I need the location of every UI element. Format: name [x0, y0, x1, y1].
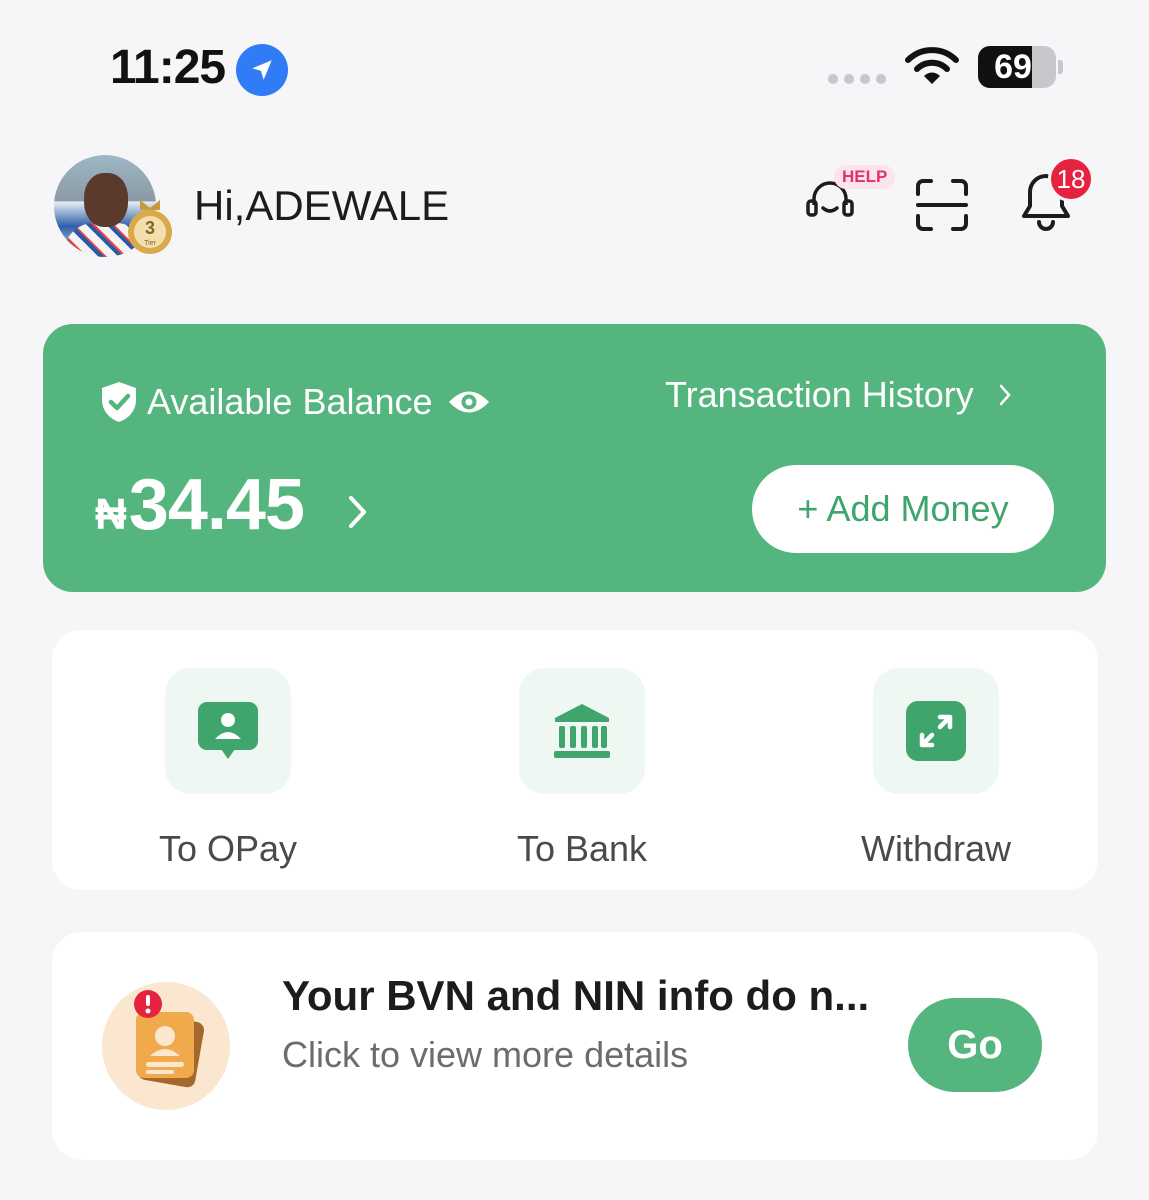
- greeting: Hi,ADEWALE: [194, 182, 450, 229]
- currency-symbol: ₦: [95, 490, 127, 539]
- action-to-opay[interactable]: To OPay: [108, 668, 348, 870]
- balance-amount[interactable]: ₦ 34.45: [95, 464, 305, 546]
- scan-icon: [916, 179, 968, 231]
- battery-tip: [1058, 60, 1063, 74]
- expand-arrows-icon: [906, 701, 966, 761]
- add-money-button[interactable]: + Add Money: [752, 465, 1054, 553]
- tier-word: Tier: [144, 240, 156, 247]
- transaction-history-label: Transaction History: [665, 374, 974, 415]
- user-chat-icon: [198, 702, 258, 759]
- scan-button[interactable]: [915, 178, 969, 237]
- wifi-icon: [904, 46, 960, 91]
- tier-number: 3: [145, 218, 155, 238]
- notification-count-badge: 18: [1048, 156, 1094, 202]
- shield-check-icon: [102, 382, 136, 422]
- action-tile: [519, 668, 645, 794]
- tier-badge-icon[interactable]: 3 Tier: [124, 200, 176, 256]
- action-label: Withdraw: [860, 828, 1012, 869]
- available-balance-text: Available Balance: [147, 381, 433, 422]
- notice-title: Your BVN and NIN info do n...: [282, 972, 870, 1019]
- eye-icon[interactable]: [447, 387, 491, 417]
- verification-notice-card[interactable]: Your BVN and NIN info do n... Click to v…: [52, 932, 1098, 1160]
- id-card-alert-icon: [102, 982, 230, 1110]
- signal-dots-icon: [828, 74, 886, 84]
- action-withdraw[interactable]: Withdraw: [816, 668, 1056, 870]
- chevron-right-icon: [999, 384, 1011, 406]
- action-label: To OPay: [158, 828, 298, 869]
- help-button[interactable]: HELP: [800, 165, 896, 225]
- battery-icon: 69: [978, 46, 1056, 88]
- quick-actions-card: To OPay To Bank Withdraw: [52, 630, 1098, 890]
- chevron-right-icon[interactable]: [347, 494, 369, 530]
- transaction-history-link[interactable]: Transaction History: [665, 374, 1012, 416]
- status-time: 11:25: [110, 41, 226, 94]
- action-label: To Bank: [516, 828, 648, 869]
- notice-subtitle: Click to view more details: [282, 1034, 689, 1075]
- action-tile: [165, 668, 291, 794]
- action-tile: [873, 668, 999, 794]
- help-label: HELP: [834, 165, 896, 189]
- action-to-bank[interactable]: To Bank: [462, 668, 702, 870]
- available-balance-label: Available Balance: [99, 380, 491, 424]
- balance-value: 34.45: [128, 465, 305, 545]
- battery-percent: 69: [994, 47, 1032, 86]
- go-button[interactable]: Go: [908, 998, 1042, 1092]
- bank-icon: [554, 704, 610, 758]
- balance-card: Available Balance Transaction History ₦ …: [43, 324, 1106, 592]
- location-arrow-icon: [236, 44, 288, 96]
